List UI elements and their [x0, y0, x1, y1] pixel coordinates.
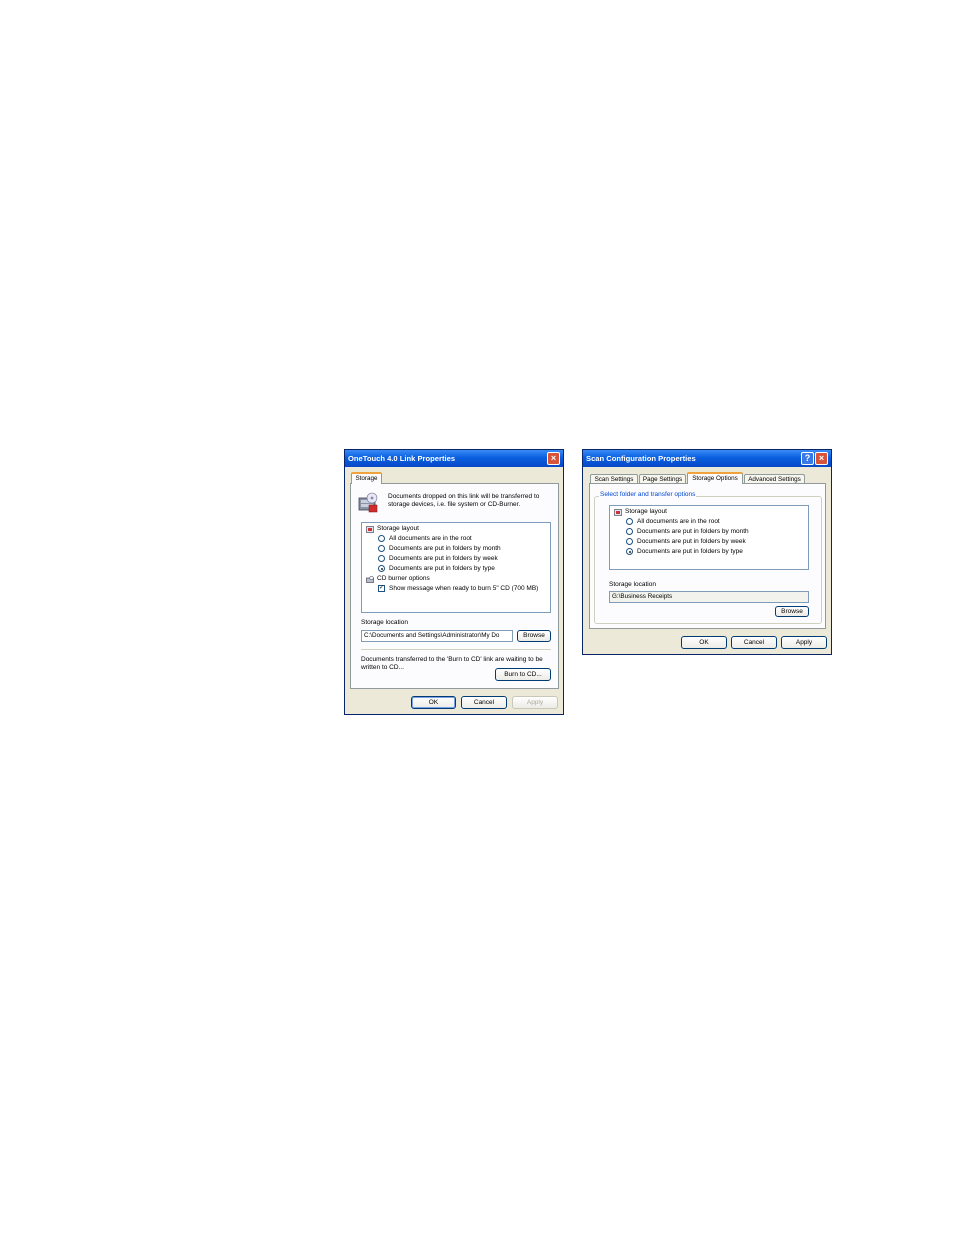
- option-type-label: Documents are put in folders by type: [389, 565, 495, 572]
- dialog1-title: OneTouch 4.0 Link Properties: [348, 454, 456, 463]
- dialog2-apply-button[interactable]: Apply: [781, 636, 827, 649]
- storage-location-label: Storage location: [361, 619, 408, 626]
- burn-info-line2: written to CD...: [361, 664, 404, 671]
- dialog1-ok-button[interactable]: OK: [411, 696, 456, 709]
- option-type-label: Documents are put in folders by type: [637, 548, 743, 555]
- radio-by-week[interactable]: [626, 538, 633, 545]
- storage-layout-icon: [614, 509, 622, 516]
- browse-button[interactable]: Browse: [775, 606, 809, 617]
- dialog2-ok-button[interactable]: OK: [681, 636, 727, 649]
- option-root-label: All documents are in the root: [637, 518, 720, 525]
- storage-location-label: Storage location: [609, 581, 656, 588]
- tab-storage-options[interactable]: Storage Options: [687, 472, 743, 484]
- dialog1-description-line1: Documents dropped on this link will be t…: [388, 493, 540, 500]
- burn-to-cd-button[interactable]: Burn to CD...: [495, 668, 551, 681]
- select-folder-legend: Select folder and transfer options: [599, 491, 697, 498]
- dialog2-help-icon[interactable]: ?: [801, 452, 814, 465]
- tab-storage[interactable]: Storage: [351, 472, 382, 484]
- dialog2-close-icon[interactable]: ×: [815, 452, 828, 465]
- onetouch-link-properties-dialog: OneTouch 4.0 Link Properties × Storage D…: [344, 449, 564, 715]
- cd-message-label: Show message when ready to burn 5" CD (7…: [389, 585, 539, 592]
- dialog1-description-line2: storage devices, i.e. file system or CD-…: [388, 501, 521, 508]
- option-month-label: Documents are put in folders by month: [637, 528, 749, 535]
- option-root-label: All documents are in the root: [389, 535, 472, 542]
- scan-configuration-properties-dialog: Scan Configuration Properties ? × Scan S…: [582, 449, 832, 655]
- dialog1-apply-button[interactable]: Apply: [512, 696, 558, 709]
- dialog2-storage-options-panel: Select folder and transfer options Stora…: [589, 483, 826, 629]
- storage-location-input[interactable]: G:\Business Receipts: [609, 591, 809, 603]
- browse-button[interactable]: Browse: [517, 630, 551, 642]
- cd-burner-icon: [366, 576, 374, 583]
- dialog1-storage-panel: Documents dropped on this link will be t…: [350, 483, 559, 689]
- storage-layout-label: Storage layout: [625, 508, 667, 515]
- storage-layout-label: Storage layout: [377, 525, 419, 532]
- radio-by-month[interactable]: [626, 528, 633, 535]
- radio-root[interactable]: [626, 518, 633, 525]
- storage-options-tree: Storage layout All documents are in the …: [361, 522, 551, 613]
- dialog2-title: Scan Configuration Properties: [586, 454, 696, 463]
- radio-by-month[interactable]: [378, 545, 385, 552]
- storage-location-input[interactable]: C:\Documents and Settings\Administrator\…: [361, 630, 513, 642]
- radio-root[interactable]: [378, 535, 385, 542]
- dialog1-separator: [361, 649, 551, 651]
- dialog2-titlebar[interactable]: Scan Configuration Properties ? ×: [583, 450, 831, 467]
- burn-info-line1: Documents transferred to the 'Burn to CD…: [361, 656, 543, 663]
- dialog1-cancel-button[interactable]: Cancel: [461, 696, 507, 709]
- option-month-label: Documents are put in folders by month: [389, 545, 501, 552]
- cd-burner-options-label: CD burner options: [377, 575, 430, 582]
- storage-layout-tree: Storage layout All documents are in the …: [609, 505, 809, 570]
- option-week-label: Documents are put in folders by week: [637, 538, 746, 545]
- option-week-label: Documents are put in folders by week: [389, 555, 498, 562]
- dialog1-titlebar[interactable]: OneTouch 4.0 Link Properties ×: [345, 450, 563, 467]
- radio-by-week[interactable]: [378, 555, 385, 562]
- dialog1-close-icon[interactable]: ×: [547, 452, 560, 465]
- radio-by-type[interactable]: [626, 548, 633, 555]
- storage-layout-icon: [366, 526, 374, 533]
- radio-by-type[interactable]: [378, 565, 385, 572]
- cd-message-checkbox[interactable]: ✓: [378, 585, 385, 592]
- dialog2-cancel-button[interactable]: Cancel: [731, 636, 777, 649]
- storage-devices-icon: [358, 492, 378, 513]
